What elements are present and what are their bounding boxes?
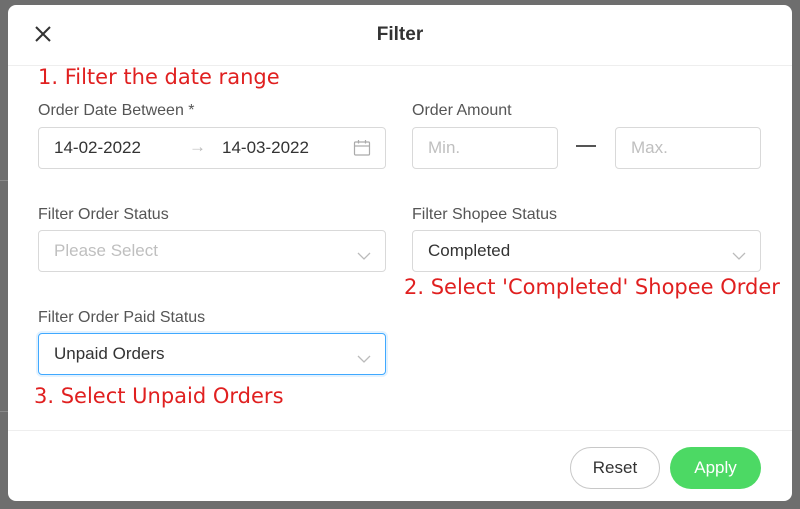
order-amount-min-field[interactable] (412, 127, 558, 169)
paid-status-value: Unpaid Orders (54, 344, 165, 363)
modal-footer: Reset Apply (8, 430, 792, 501)
filter-modal: Filter 1. Filter the date range Order Da… (8, 5, 792, 501)
chevron-down-icon (357, 349, 371, 369)
annotation-step-1: 1. Filter the date range (38, 65, 280, 89)
shopee-status-label: Filter Shopee Status (412, 206, 557, 223)
calendar-icon (353, 139, 371, 162)
modal-title: Filter (376, 24, 424, 45)
order-amount-label: Order Amount (412, 102, 512, 119)
order-date-end[interactable]: 14-03-2022 (222, 138, 309, 158)
order-status-placeholder: Please Select (54, 241, 158, 260)
order-date-range-picker[interactable]: 14-02-2022 → 14-03-2022 (38, 127, 386, 169)
shopee-status-value: Completed (428, 241, 511, 260)
reset-button[interactable]: Reset (570, 447, 660, 489)
backdrop-divider (0, 180, 8, 181)
order-date-start[interactable]: 14-02-2022 (54, 138, 141, 158)
order-amount-max-input[interactable] (616, 128, 760, 168)
apply-button[interactable]: Apply (670, 447, 761, 489)
annotation-step-3: 3. Select Unpaid Orders (34, 384, 284, 408)
shopee-status-select[interactable]: Completed (412, 230, 761, 272)
annotation-step-2: 2. Select 'Completed' Shopee Order (404, 275, 780, 299)
chevron-down-icon (732, 246, 746, 266)
order-status-label: Filter Order Status (38, 206, 169, 223)
amount-range-dash (576, 145, 596, 147)
paid-status-label: Filter Order Paid Status (38, 309, 206, 326)
modal-header: Filter (8, 5, 792, 66)
chevron-down-icon (357, 246, 371, 266)
order-status-select[interactable]: Please Select (38, 230, 386, 272)
backdrop-divider (0, 411, 8, 412)
order-amount-min-input[interactable] (413, 128, 557, 168)
paid-status-select[interactable]: Unpaid Orders (38, 333, 386, 375)
order-date-label: Order Date Between * (38, 102, 195, 119)
order-amount-max-field[interactable] (615, 127, 761, 169)
date-range-arrow-icon: → (189, 137, 206, 156)
